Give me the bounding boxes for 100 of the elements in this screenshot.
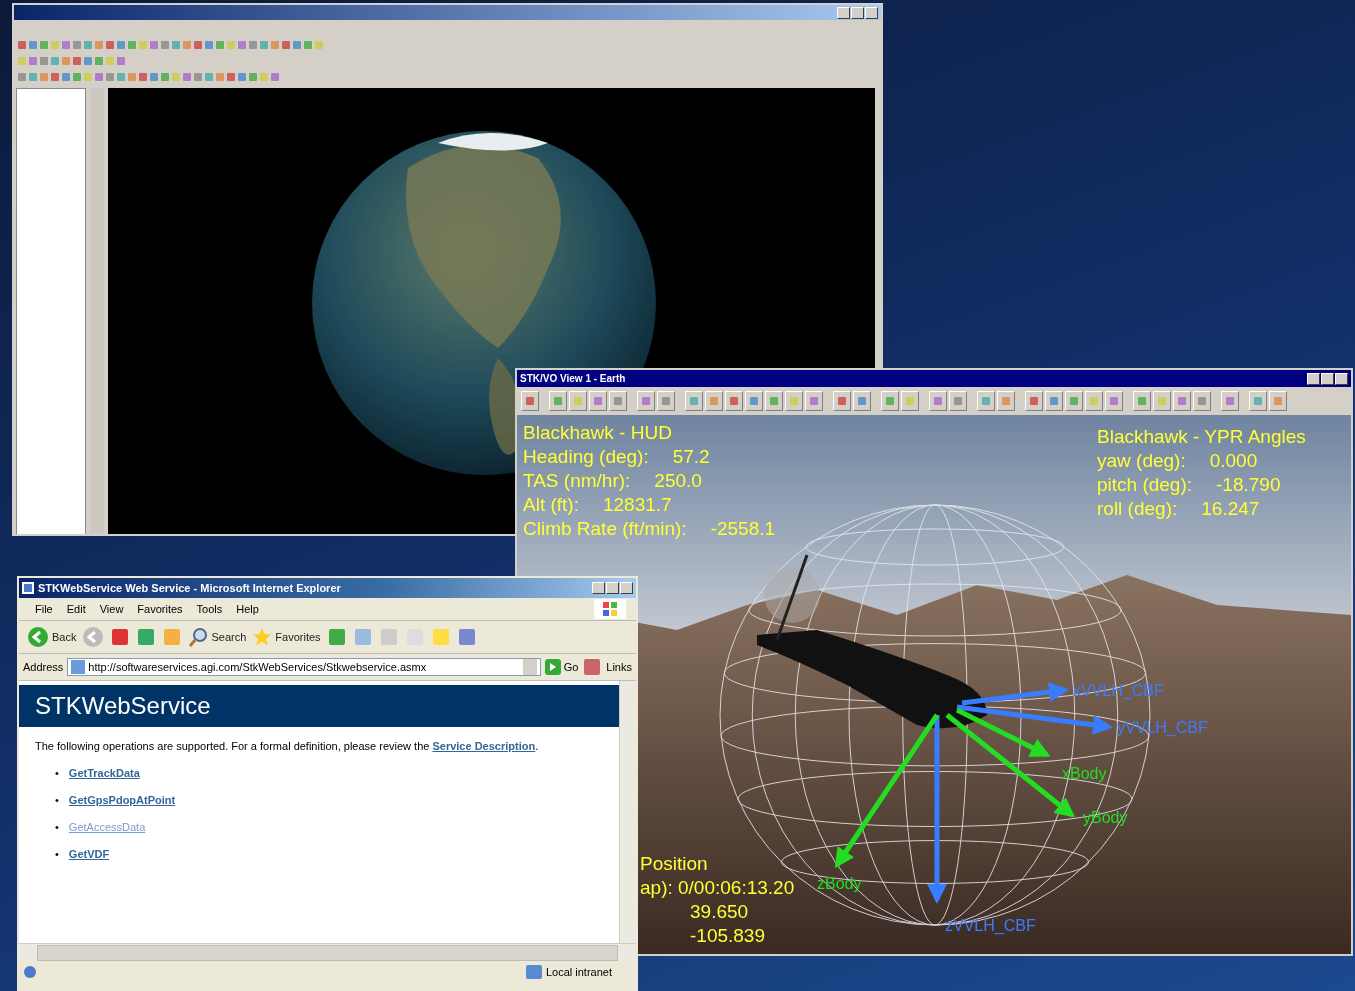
- toolbar-button[interactable]: [977, 391, 995, 411]
- notes-button[interactable]: [430, 627, 451, 647]
- toolbar-button[interactable]: [609, 391, 627, 411]
- menu-item[interactable]: Help: [230, 601, 265, 617]
- windows-logo-icon: [594, 599, 626, 619]
- toolbar-button[interactable]: [901, 391, 919, 411]
- refresh-button[interactable]: [136, 627, 157, 647]
- minimize-button[interactable]: [1307, 372, 1320, 385]
- toolbar-button[interactable]: [1133, 391, 1151, 411]
- hud-title: Blackhawk - HUD: [523, 421, 673, 445]
- hud-value: -2558.1: [710, 517, 776, 541]
- menu-item[interactable]: Edit: [60, 601, 92, 617]
- horizontal-scrollbar[interactable]: [19, 943, 636, 962]
- toolbar-button[interactable]: [1193, 391, 1211, 411]
- toolbar-button[interactable]: [949, 391, 967, 411]
- toolbar-button[interactable]: [1153, 391, 1171, 411]
- window-title: STKWebService Web Service - Microsoft Internet Explorer: [38, 582, 341, 594]
- hud-value: ap): 0/00:06:13.20: [640, 876, 795, 900]
- page-icon: [71, 660, 86, 674]
- operation-link[interactable]: GetTrackData: [68, 767, 140, 779]
- hud-label: yaw (deg):: [1097, 449, 1186, 473]
- toolbar-button[interactable]: [929, 391, 947, 411]
- close-button[interactable]: [865, 6, 878, 19]
- toolbar-button[interactable]: [549, 391, 567, 411]
- links-button[interactable]: Links: [606, 661, 632, 673]
- menu-item[interactable]: View: [93, 601, 130, 617]
- toolbar-button[interactable]: [705, 391, 723, 411]
- hud-value: 250.0: [654, 469, 702, 493]
- favorites-button[interactable]: Favorites: [252, 627, 321, 647]
- minimize-button[interactable]: [592, 582, 605, 594]
- toolbar-button[interactable]: [805, 391, 823, 411]
- maximize-button[interactable]: [1321, 372, 1334, 385]
- print-button[interactable]: [378, 627, 399, 647]
- status-zone: Local intranet: [545, 966, 612, 978]
- media-button[interactable]: [326, 627, 347, 647]
- toolbar-button[interactable]: [1085, 391, 1103, 411]
- home-button[interactable]: [162, 627, 183, 647]
- back-button[interactable]: Back: [27, 626, 77, 648]
- bullet: •: [55, 821, 59, 833]
- hud-value: -105.839: [689, 924, 766, 948]
- toolbar-button[interactable]: [1065, 391, 1083, 411]
- network-icon: [525, 965, 542, 979]
- window-title: STK/VO View 1 - Earth: [520, 373, 626, 384]
- messenger-button[interactable]: [456, 627, 477, 647]
- hud-label: Climb Rate (ft/min):: [523, 517, 687, 541]
- star-icon: [252, 627, 273, 647]
- toolbar-button[interactable]: [589, 391, 607, 411]
- toolbar-button[interactable]: [725, 391, 743, 411]
- bullet: •: [55, 767, 59, 779]
- hud-value: 16.247: [1201, 497, 1260, 521]
- operation-link[interactable]: GetGpsPdopAtPoint: [68, 794, 176, 806]
- minimize-button[interactable]: [837, 6, 850, 19]
- toolbar-button[interactable]: [685, 391, 703, 411]
- close-button[interactable]: [1335, 372, 1348, 385]
- toolbar-button[interactable]: [833, 391, 851, 411]
- hud-value: -18.790: [1216, 473, 1281, 497]
- hud-label: Alt (ft):: [523, 493, 579, 517]
- toolbar-button[interactable]: [745, 391, 763, 411]
- axis-label: zVVLH_CBF: [945, 917, 1036, 935]
- toolbar-button[interactable]: [853, 391, 871, 411]
- address-label: Address: [23, 661, 64, 673]
- address-field[interactable]: http://softwareservices.agi.com/StkWebServices/Stkwebservice.asmx: [67, 658, 541, 676]
- close-button[interactable]: [620, 582, 633, 594]
- search-button[interactable]: Search: [188, 627, 247, 647]
- toolbar-button[interactable]: [1269, 391, 1287, 411]
- toolbar-button[interactable]: [657, 391, 675, 411]
- maximize-button[interactable]: [851, 6, 864, 19]
- toolbar-button[interactable]: [1249, 391, 1267, 411]
- menu-item[interactable]: Favorites: [131, 601, 189, 617]
- toolbar-button[interactable]: [1221, 391, 1239, 411]
- menu-item[interactable]: File: [29, 601, 59, 617]
- forward-button[interactable]: [82, 626, 105, 648]
- toolbar-button[interactable]: [785, 391, 803, 411]
- operation-link[interactable]: GetVDF: [68, 848, 110, 860]
- toolbar-button[interactable]: [637, 391, 655, 411]
- maximize-button[interactable]: [606, 582, 619, 594]
- hud-title: Blackhawk - YPR Angles: [1097, 425, 1306, 449]
- mail-button[interactable]: [352, 627, 373, 647]
- toolbar-button[interactable]: [1025, 391, 1043, 411]
- toolbar-button[interactable]: [1173, 391, 1191, 411]
- tool-button[interactable]: [582, 657, 603, 677]
- toolbar-button[interactable]: [569, 391, 587, 411]
- toolbar-button[interactable]: [765, 391, 783, 411]
- menu-item[interactable]: Tools: [190, 601, 229, 617]
- page-heading: STKWebService: [19, 685, 619, 727]
- hud-value: 12831.7: [602, 493, 672, 517]
- toolbar-button[interactable]: [997, 391, 1015, 411]
- bullet: •: [55, 794, 59, 806]
- toolbar-button[interactable]: [1045, 391, 1063, 411]
- toolbar-button[interactable]: [521, 391, 539, 411]
- browser-icon: [22, 582, 34, 594]
- toolbar-button[interactable]: [881, 391, 899, 411]
- go-button[interactable]: Go: [544, 659, 579, 675]
- toolbar-button[interactable]: [1105, 391, 1123, 411]
- stop-button[interactable]: [110, 627, 131, 647]
- hud-label: TAS (nm/hr):: [523, 469, 631, 493]
- page-icon: [23, 965, 37, 979]
- vertical-scrollbar[interactable]: [619, 681, 636, 943]
- hud-title: Position: [640, 852, 709, 876]
- hud-label: pitch (deg):: [1097, 473, 1193, 497]
